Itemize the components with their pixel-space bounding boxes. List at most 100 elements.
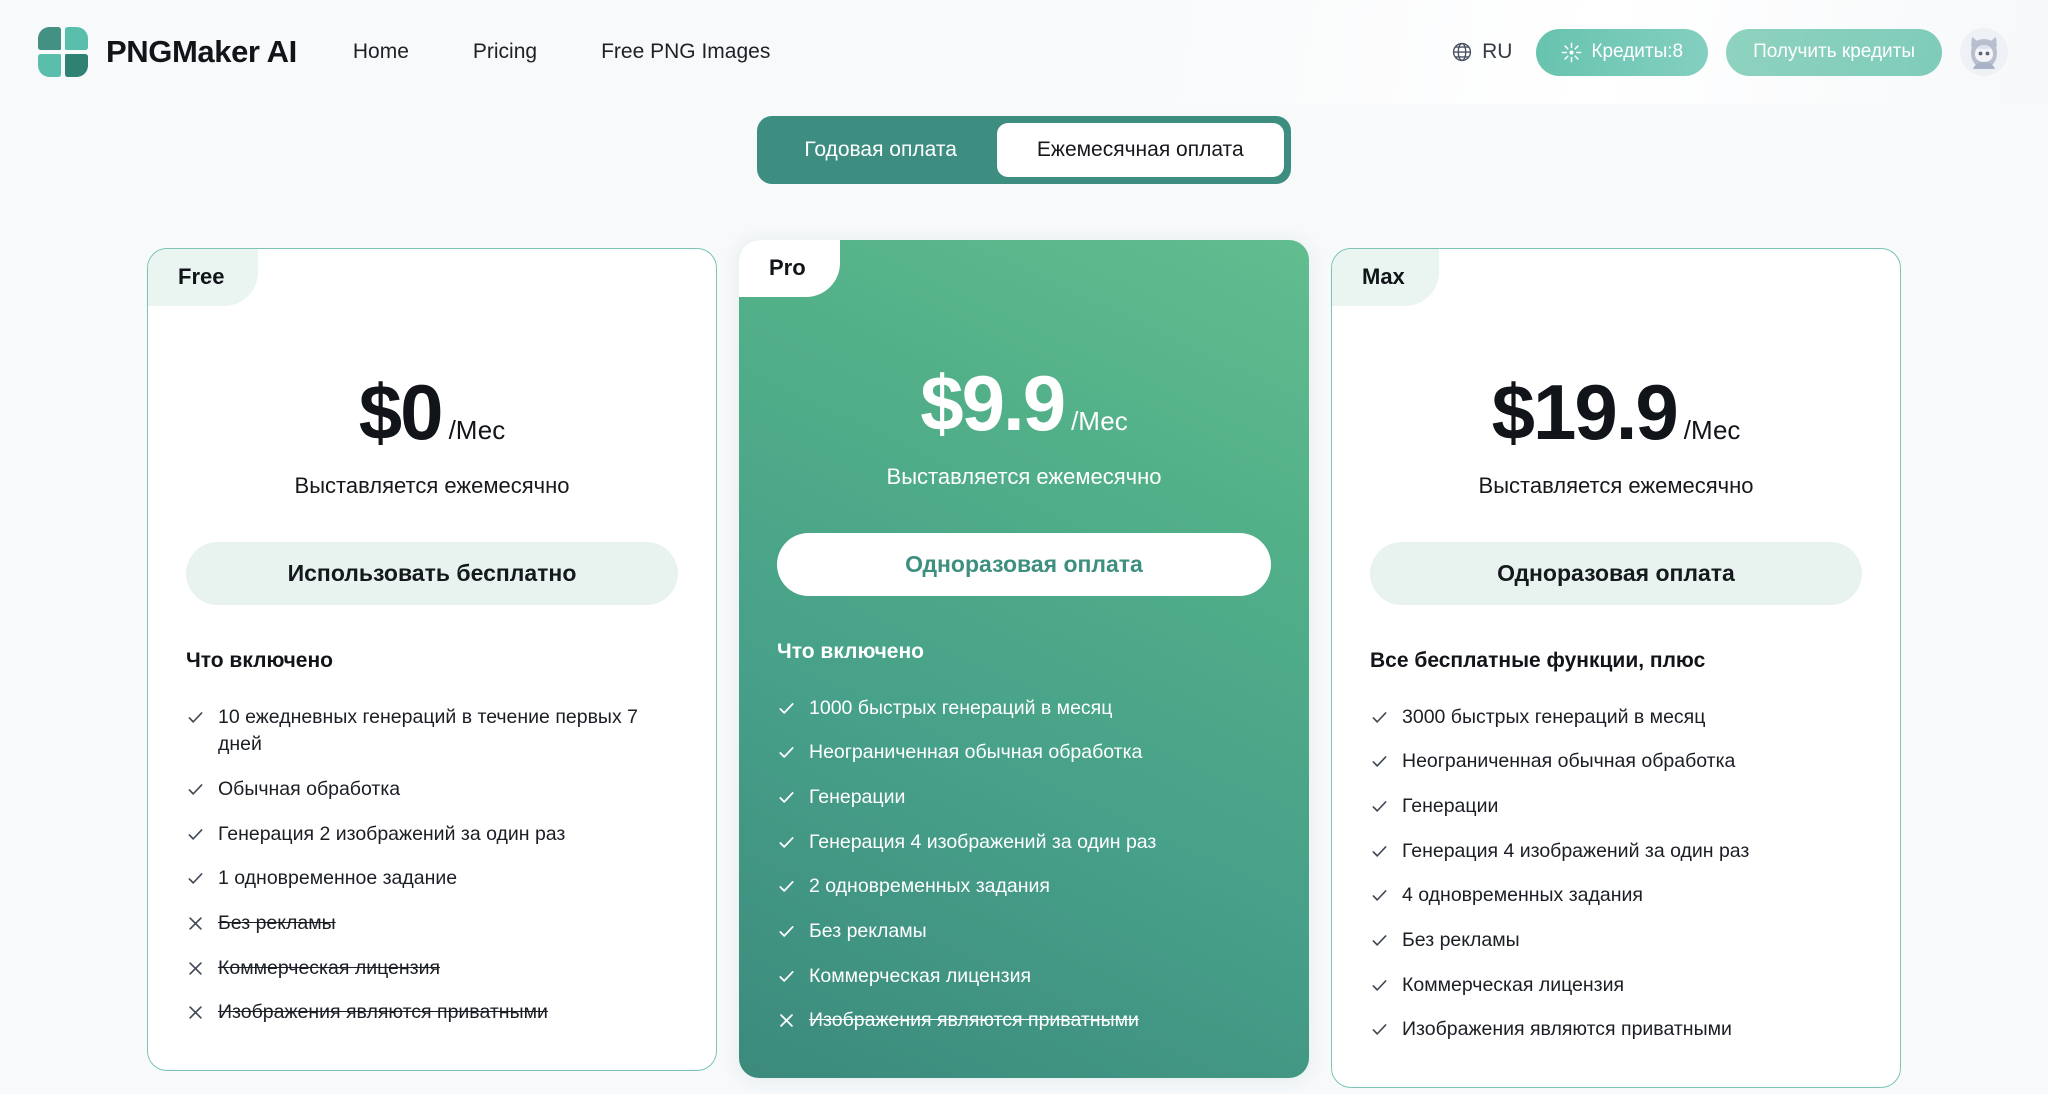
feature-text: Генерация 4 изображений за один раз (1402, 839, 1750, 862)
check-icon (1372, 845, 1387, 857)
check-icon (779, 747, 794, 758)
check-icon (188, 711, 203, 723)
close-icon (189, 917, 202, 930)
list-item: 1 одновременное задание (186, 857, 678, 902)
billing-toggle: Годовая оплата Ежемесячная оплата (757, 116, 1291, 184)
price-amount-max: $19.9 (1491, 368, 1679, 456)
feature-text: Изображения являются приватными (218, 1001, 548, 1024)
billed-note-pro: Выставляется ежемесячно (886, 464, 1162, 489)
pricing-card-free: Free $0 /Мес Выставляется ежемесячно Исп… (147, 248, 717, 1071)
nav-link-pricing[interactable]: Pricing (473, 40, 537, 64)
features-list-max: 3000 быстрых генераций в месяц Неогранич… (1370, 695, 1862, 1053)
list-item: Генерации (1370, 784, 1862, 829)
get-credits-button[interactable]: Получить кредиты (1726, 28, 1942, 76)
list-item: 1000 быстрых генераций в месяц (777, 686, 1271, 731)
price-amount-free: $0 (358, 368, 444, 456)
feature-text: 1 одновременное задание (218, 867, 458, 890)
check-icon (1372, 711, 1387, 723)
list-item: Коммерческая лицензия (777, 954, 1271, 999)
list-item: Без рекламы (186, 901, 678, 946)
list-item: 10 ежедневных генераций в течение первых… (186, 695, 678, 767)
cta-button-max[interactable]: Одноразовая оплата (1370, 542, 1862, 605)
billed-note-max: Выставляется ежемесячно (1478, 473, 1754, 498)
feature-text: Неограниченная обычная обработка (809, 741, 1143, 764)
check-icon (188, 873, 203, 884)
feature-text: 2 одновременных задания (809, 875, 1050, 898)
feature-text: 10 ежедневных генераций в течение первых… (218, 705, 638, 756)
list-item: Генерация 2 изображений за один раз (186, 812, 678, 857)
feature-text: Обычная обработка (218, 777, 401, 800)
globe-icon (1452, 42, 1472, 62)
cta-button-free[interactable]: Использовать бесплатно (186, 542, 678, 605)
features-title-pro: Что включено (777, 640, 924, 663)
check-icon (1372, 1024, 1387, 1035)
brand[interactable]: PNGMaker AI (38, 27, 297, 77)
avatar[interactable] (1960, 28, 2008, 76)
close-icon (780, 1014, 793, 1028)
list-item: Генерация 4 изображений за один раз (777, 820, 1271, 865)
features-list-free: 10 ежедневных генераций в течение первых… (186, 695, 678, 1036)
cta-button-pro[interactable]: Одноразовая оплата (777, 533, 1271, 596)
list-item: Изображения являются приватными (777, 999, 1271, 1044)
check-icon (779, 791, 794, 803)
feature-text: Изображения являются приватными (809, 1009, 1139, 1032)
site-header: PNGMaker AI Home Pricing Free PNG Images… (0, 0, 2048, 104)
price-amount-pro: $9.9 (920, 359, 1066, 447)
feature-text: Коммерческая лицензия (809, 964, 1032, 987)
list-item: Неограниченная обычная обработка (777, 731, 1271, 776)
list-item: 3000 быстрых генераций в месяц (1370, 695, 1862, 740)
sparkle-icon (1562, 42, 1582, 62)
feature-text: Коммерческая лицензия (218, 956, 441, 979)
list-item: Без рекламы (777, 909, 1271, 954)
check-icon (188, 784, 203, 795)
language-selector[interactable]: RU (1451, 40, 1512, 64)
feature-text: Изображения являются приватными (1402, 1018, 1732, 1041)
feature-text: 1000 быстрых генераций в месяц (809, 696, 1113, 719)
check-icon (1372, 890, 1387, 901)
feature-text: Без рекламы (809, 919, 927, 942)
feature-text: 3000 быстрых генераций в месяц (1402, 705, 1706, 728)
feature-text: Генерации (809, 785, 906, 808)
check-icon (779, 925, 794, 937)
feature-text: Генерации (1402, 794, 1499, 817)
plan-badge-free: Free (148, 249, 259, 306)
check-icon (1372, 979, 1387, 991)
credits-button[interactable]: Кредиты:8 (1536, 28, 1709, 76)
list-item: Коммерческая лицензия (1370, 963, 1862, 1008)
nav-link-home[interactable]: Home (353, 40, 409, 64)
check-icon (1372, 801, 1387, 812)
check-icon (779, 702, 794, 714)
price-period-free: /Мес (448, 415, 506, 445)
nav-link-free-png-images[interactable]: Free PNG Images (601, 40, 770, 64)
check-icon (779, 970, 794, 982)
billing-toggle-monthly[interactable]: Ежемесячная оплата (996, 123, 1284, 177)
billed-note-free: Выставляется ежемесячно (294, 473, 570, 498)
plan-badge-pro: Pro (739, 240, 840, 297)
main-nav: Home Pricing Free PNG Images (353, 40, 770, 64)
feature-text: Генерация 2 изображений за один раз (218, 822, 566, 845)
pricing-cards: Free $0 /Мес Выставляется ежемесячно Исп… (0, 240, 2048, 1088)
list-item: Изображения являются приватными (186, 991, 678, 1036)
check-icon (188, 828, 203, 840)
pricing-card-max: Max $19.9 /Мес Выставляется ежемесячно О… (1331, 248, 1901, 1088)
brand-name: PNGMaker AI (106, 34, 297, 69)
check-icon (779, 881, 794, 893)
close-icon (189, 961, 202, 975)
feature-text: 4 одновременных задания (1402, 884, 1643, 907)
credits-button-label: Кредиты:8 (1591, 41, 1684, 62)
feature-text: Коммерческая лицензия (1402, 973, 1625, 996)
price-period-max: /Мес (1683, 415, 1741, 445)
close-icon (189, 1006, 202, 1020)
features-list-pro: 1000 быстрых генераций в месяц Неогранич… (777, 686, 1271, 1044)
pricing-card-pro: Pro $9.9 /Мес Выставляется ежемесячно Од… (739, 240, 1309, 1078)
billing-toggle-annual[interactable]: Годовая оплата (764, 123, 997, 177)
price-row-free: $0 /Мес (186, 373, 678, 451)
check-icon (779, 836, 794, 848)
feature-text: Генерация 4 изображений за один раз (809, 830, 1157, 853)
language-code: RU (1482, 40, 1513, 63)
list-item: Изображения являются приватными (1370, 1008, 1862, 1053)
list-item: 4 одновременных задания (1370, 874, 1862, 919)
list-item: Неограниченная обычная обработка (1370, 740, 1862, 785)
price-period-pro: /Мес (1071, 406, 1128, 436)
feature-text: Без рекламы (1402, 928, 1520, 951)
